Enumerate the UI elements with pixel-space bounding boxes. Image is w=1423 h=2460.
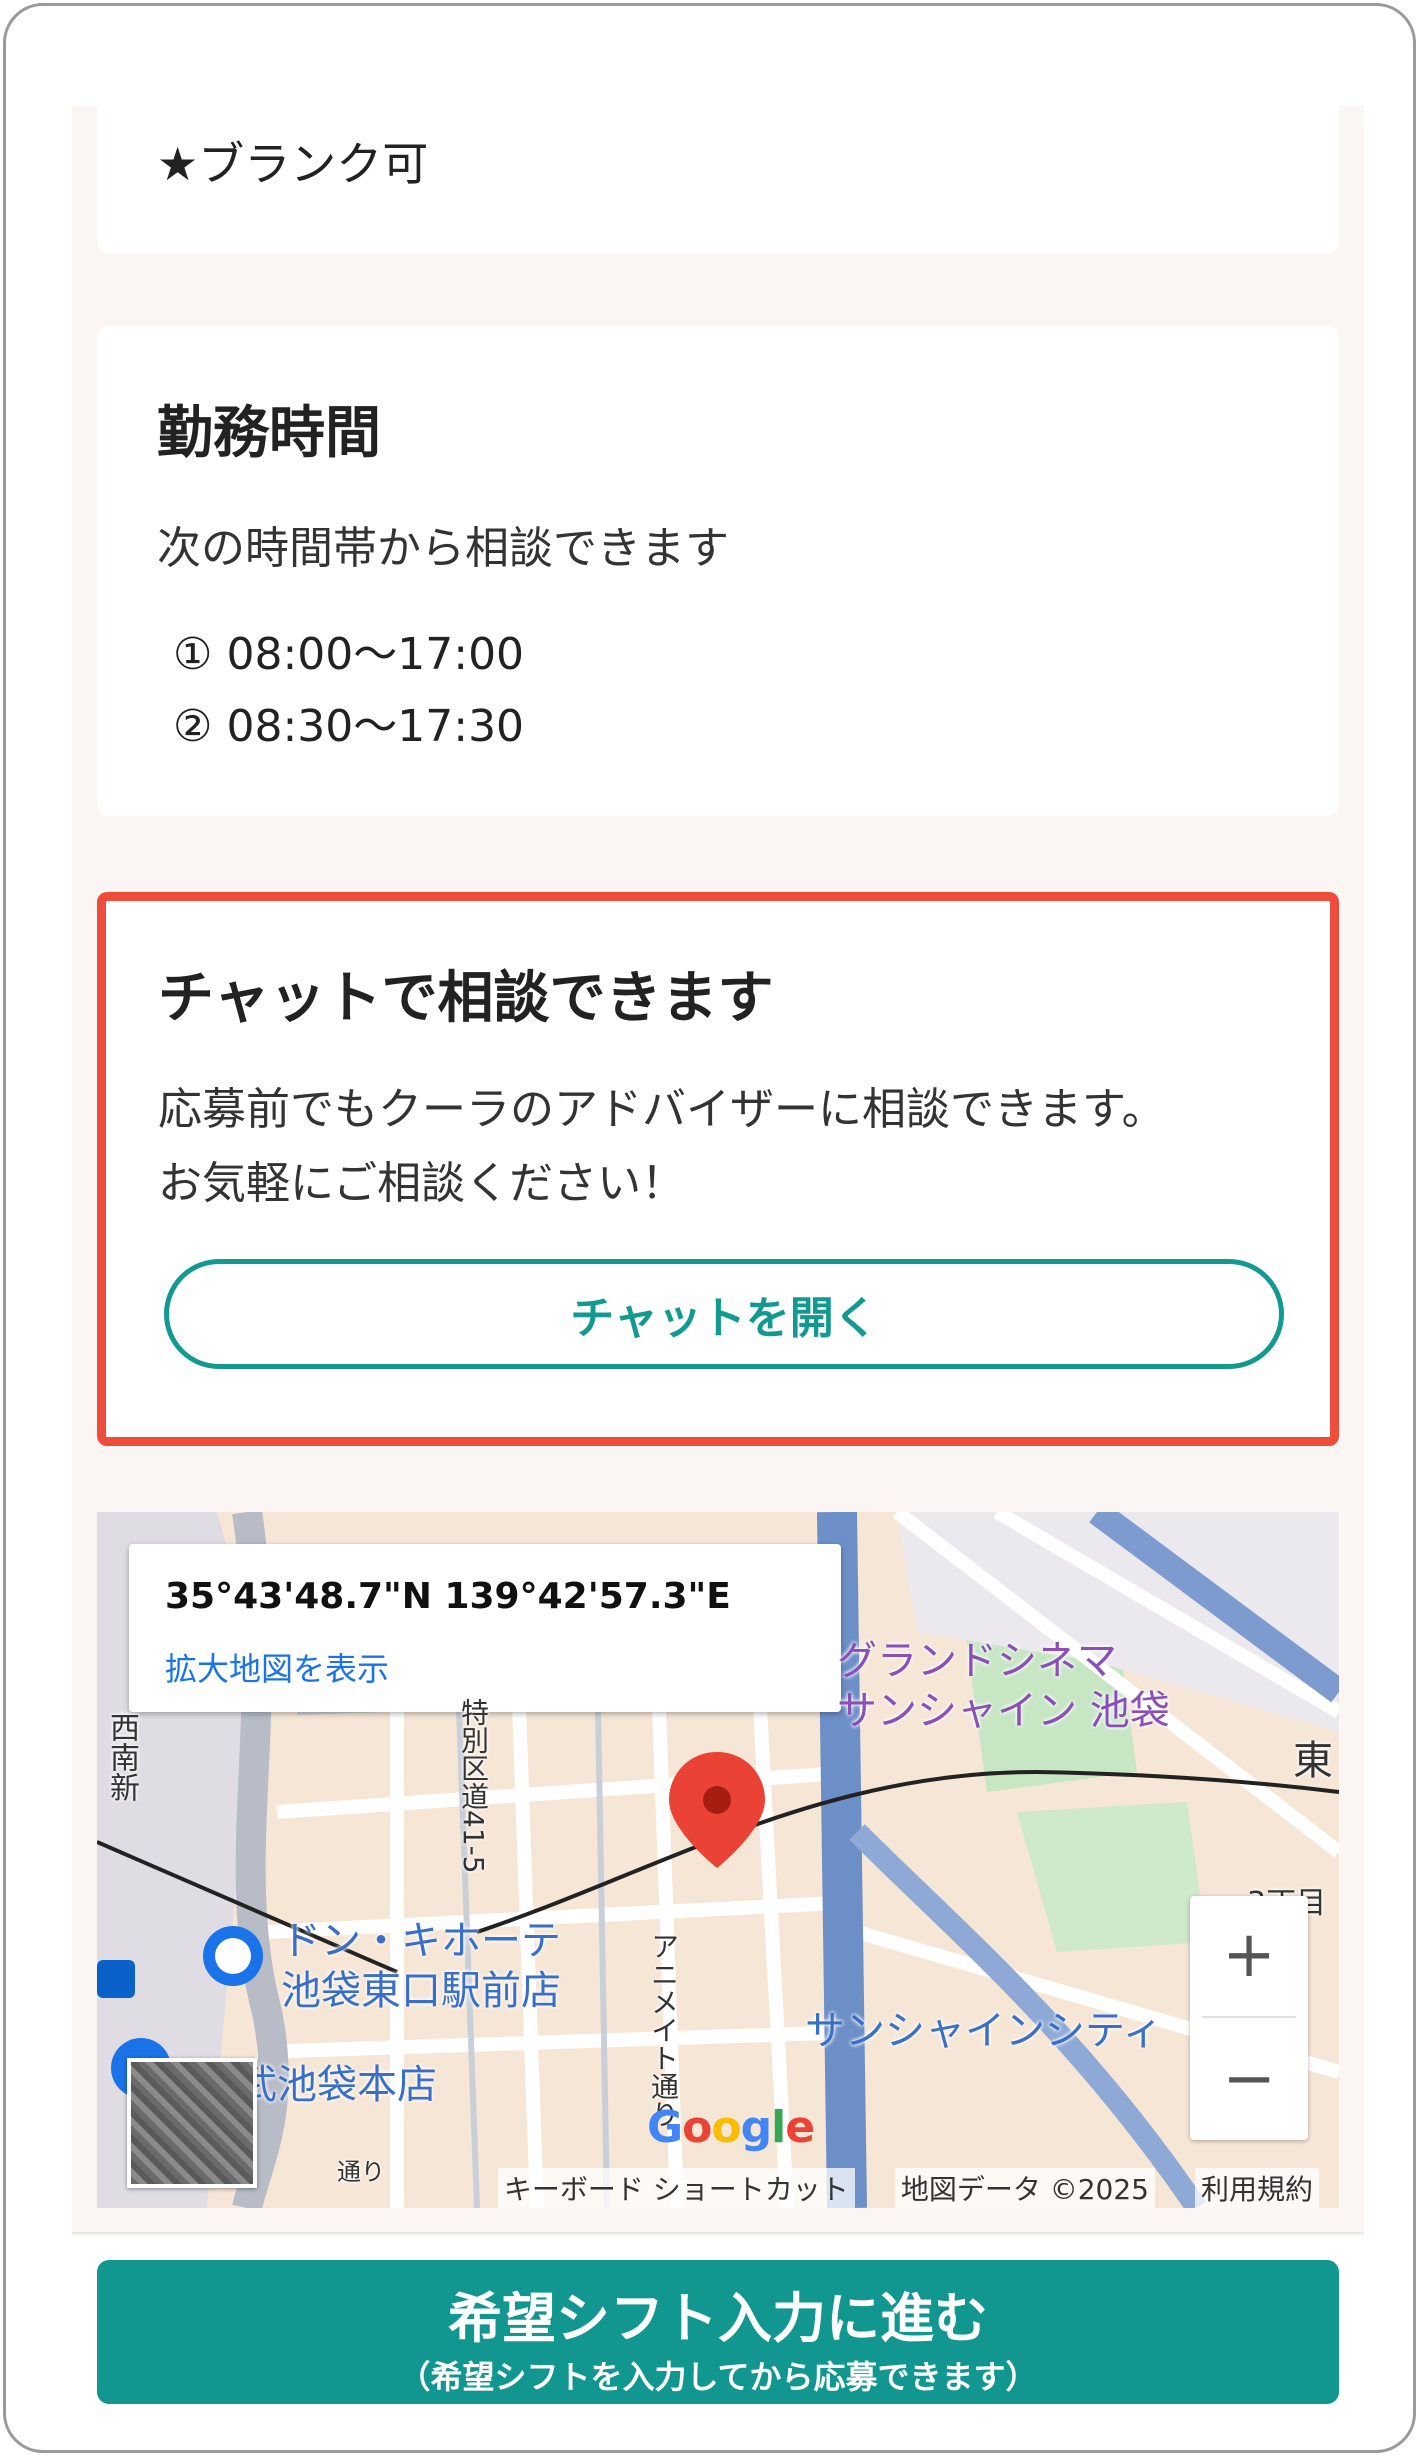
working-hours-description: 次の時間帯から相談できます — [157, 523, 729, 574]
blank-ok-text: ★ブランク可 — [157, 137, 429, 191]
chat-card-description: 応募前でもクーラのアドバイザーに相談できます。 お気軽にご相談ください！ — [158, 1073, 1166, 1221]
hour-slot-1: ① 08:00〜17:00 — [173, 618, 524, 682]
chat-description-line-1: 応募前でもクーラのアドバイザーに相談できます。 — [158, 1084, 1166, 1135]
slot-number-2: ② — [173, 701, 213, 752]
keyboard-shortcuts-link[interactable]: キーボード ショートカット — [497, 2168, 855, 2208]
slot-number-1: ① — [173, 629, 213, 680]
map-label-nishi: 西南新 — [104, 1712, 139, 1802]
bottom-divider — [72, 2232, 1364, 2234]
phone-frame: ★ブランク可 勤務時間 次の時間帯から相談できます ① 08:00〜17:00 … — [3, 3, 1416, 2453]
map-label-east: 東 — [1293, 1738, 1333, 1784]
proceed-shift-input-button[interactable]: 希望シフト入力に進む （希望シフトを入力してから応募できます） — [97, 2260, 1339, 2404]
zoom-separator — [1202, 2016, 1296, 2018]
map-label-donki-store[interactable]: 池袋東口駅前店 — [281, 1958, 561, 2016]
slot-time-1: 08:00〜17:00 — [226, 629, 525, 680]
map-label-animate-street: アニメイト通り — [647, 1932, 680, 2128]
map-label-sunshine-ikebukuro[interactable]: サンシャイン 池袋 — [837, 1678, 1170, 1736]
google-logo: Google — [647, 2102, 815, 2153]
chat-consult-card: チャットで相談できます 応募前でもクーラのアドバイザーに相談できます。 お気軽に… — [97, 892, 1339, 1446]
open-chat-button[interactable]: チャットを開く — [164, 1259, 1284, 1369]
map-label-tokubetsu-road: 特別区道41-5 — [457, 1698, 490, 1874]
hour-slot-2: ② 08:30〜17:30 — [173, 690, 524, 754]
zoom-in-button[interactable]: + — [1190, 1896, 1308, 2014]
zoom-out-button[interactable]: − — [1190, 2020, 1308, 2138]
cta-main-label: 希望シフト入力に進む — [448, 2287, 988, 2350]
chat-description-line-2: お気軽にご相談ください！ — [158, 1158, 686, 1209]
map-attribution: キーボード ショートカット 地図データ ©2025 利用規約 — [97, 2168, 1339, 2208]
chat-card-title: チャットで相談できます — [158, 966, 774, 1031]
blank-ok-card: ★ブランク可 — [97, 66, 1339, 254]
map-view[interactable]: 35°43'48.7"N 139°42'57.3"E 拡大地図を表示 グランドシ… — [97, 1512, 1339, 2208]
cta-sub-label: （希望シフトを入力してから応募できます） — [398, 2358, 1038, 2396]
map-label-seibu[interactable]: 武池袋本店 — [237, 2052, 437, 2110]
terms-link[interactable]: 利用規約 — [1194, 2168, 1319, 2208]
map-coordinates: 35°43'48.7"N 139°42'57.3"E — [165, 1576, 731, 1617]
view-larger-map-link[interactable]: 拡大地図を表示 — [165, 1644, 389, 1690]
map-data-text: 地図データ ©2025 — [894, 2168, 1155, 2208]
working-hours-card: 勤務時間 次の時間帯から相談できます ① 08:00〜17:00 ② 08:30… — [97, 326, 1339, 816]
working-hours-title: 勤務時間 — [157, 401, 381, 466]
map-label-sunshine-city[interactable]: サンシャインシティ — [805, 1998, 1163, 2056]
slot-time-2: 08:30〜17:30 — [226, 701, 525, 752]
map-zoom-control: + − — [1190, 1896, 1308, 2140]
map-info-box: 35°43'48.7"N 139°42'57.3"E 拡大地図を表示 — [129, 1544, 841, 1712]
